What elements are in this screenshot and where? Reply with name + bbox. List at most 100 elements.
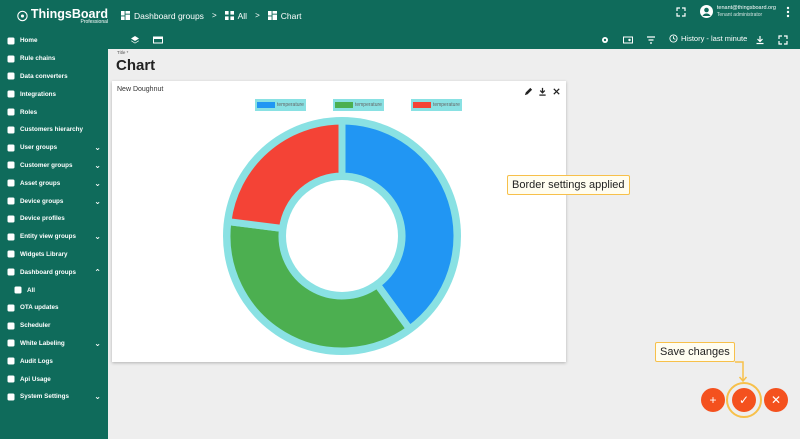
user-name: tenant@thingsboard.org [716, 5, 776, 11]
sidebar-item-label: Scheduler [20, 322, 51, 330]
breadcrumb-separator: > [211, 11, 217, 20]
sidebar-item-label: Entity view groups [20, 233, 76, 241]
cancel-button[interactable]: ✕ [764, 388, 788, 412]
dashboard-icon [267, 11, 277, 20]
settings-icon [6, 392, 15, 401]
top-bar: Dashboard groups > All > Chart tenant@th… [108, 0, 800, 31]
timewindow-label: History - last minute [681, 34, 748, 43]
sidebar-item-user-groups[interactable]: User groups ⌄ [0, 139, 108, 157]
web-icon[interactable] [153, 35, 163, 45]
dashboard-icon [6, 268, 15, 277]
sidebar-item-label: System Settings [20, 393, 69, 401]
user-role: Tenant administrator [716, 12, 763, 18]
fullscreen-icon[interactable] [778, 35, 788, 45]
audit-icon [6, 357, 15, 366]
chevron-down-icon: ⌄ [94, 160, 101, 170]
sidebar-item-customer-groups[interactable]: Customer groups ⌄ [0, 157, 108, 175]
clock-icon [6, 321, 15, 330]
breadcrumb-dashboard-groups[interactable]: Dashboard groups [121, 11, 204, 21]
account-circle-icon [702, 7, 711, 16]
sidebar-item-asset-groups[interactable]: Asset groups ⌄ [0, 174, 108, 192]
filter-icon[interactable] [646, 35, 656, 45]
sidebar-item-device-profiles[interactable]: Device profiles [0, 210, 108, 228]
chevron-down-icon: ⌄ [94, 196, 101, 206]
save-button[interactable]: ✓ [732, 388, 756, 412]
sidebar-item-label: Asset groups [20, 179, 61, 187]
breadcrumb: Dashboard groups > All > Chart [121, 11, 302, 21]
code-icon [6, 54, 15, 63]
sidebar-item-label: Audit Logs [20, 357, 53, 365]
settings-icon[interactable] [600, 35, 610, 45]
people-icon [6, 161, 15, 170]
sidebar-item-label: OTA updates [20, 304, 59, 312]
sidebar-item-label: Widgets Library [20, 250, 68, 258]
chevron-down-icon: ⌄ [94, 338, 101, 348]
timewindow-button[interactable]: History - last minute [669, 34, 747, 43]
sidebar-item-system-settings[interactable]: System Settings ⌄ [0, 388, 108, 406]
dashboard-title-input[interactable]: Chart [116, 57, 155, 74]
sidebar-item-label: White Labeling [20, 339, 65, 347]
chevron-down-icon: ⌄ [94, 392, 101, 402]
doughnut-chart [223, 117, 461, 355]
fullscreen-icon[interactable] [676, 6, 686, 17]
download-icon[interactable] [755, 35, 765, 45]
chart-icon [6, 375, 15, 384]
breadcrumb-label: Chart [280, 10, 302, 21]
breadcrumb-separator: > [255, 11, 260, 20]
sidebar-item-data-converters[interactable]: Data converters [0, 68, 108, 86]
sidebar-item-entity-view-groups[interactable]: Entity view groups ⌄ [0, 228, 108, 246]
sidebar-item-ota-updates[interactable]: OTA updates [0, 299, 108, 317]
history-icon [669, 34, 678, 43]
entity-aliases-icon[interactable] [623, 35, 633, 45]
more-vert-icon[interactable] [784, 6, 792, 18]
chevron-up-icon: ⌃ [94, 267, 101, 277]
view-icon [6, 232, 15, 241]
sidebar-item-label: Integrations [20, 90, 57, 98]
breadcrumb-all[interactable]: All [224, 10, 248, 21]
sidebar-item-home[interactable]: Home [0, 32, 108, 50]
sidebar-item-label: Device profiles [20, 215, 65, 223]
doughnut-widget[interactable]: New Doughnut temperature temperature tempe… [112, 81, 566, 362]
input-icon [6, 90, 15, 99]
sidebar-item-api-usage[interactable]: Api Usage [0, 370, 108, 388]
shield-icon [6, 108, 15, 117]
add-widget-button[interactable]: + [701, 388, 725, 412]
layers-icon[interactable] [130, 35, 140, 45]
sidebar-item-all[interactable]: All [0, 281, 108, 299]
grid-icon [224, 11, 234, 20]
devices-icon [6, 197, 15, 206]
sidebar-item-audit-logs[interactable]: Audit Logs [0, 352, 108, 370]
format-paint-icon [6, 339, 15, 348]
sidebar-item-scheduler[interactable]: Scheduler [0, 317, 108, 335]
transform-icon [6, 72, 15, 81]
breadcrumb-label: All [237, 10, 248, 21]
sidebar-item-integrations[interactable]: Integrations [0, 85, 108, 103]
sidebar-item-label: Device groups [20, 197, 64, 205]
sidebar-item-rule-chains[interactable]: Rule chains [0, 50, 108, 68]
sidebar-item-device-groups[interactable]: Device groups ⌄ [0, 192, 108, 210]
home-icon [6, 36, 15, 45]
sidebar-item-label: Customers hierarchy [20, 126, 83, 134]
sidebar-item-label: Api Usage [20, 375, 51, 383]
logo[interactable]: ThingsBoard Professional [0, 0, 108, 32]
avatar [699, 5, 713, 18]
chevron-down-icon: ⌄ [94, 232, 101, 242]
sidebar-item-roles[interactable]: Roles [0, 103, 108, 121]
top-bar-actions: tenant@thingsboard.org Tenant administra… [676, 5, 792, 18]
sidebar-item-widgets-library[interactable]: Widgets Library [0, 246, 108, 264]
dashboard-toolbar: History - last minute [108, 31, 800, 49]
sidebar-item-white-labeling[interactable]: White Labeling ⌄ [0, 335, 108, 353]
breadcrumb-chart[interactable]: Chart [267, 10, 302, 21]
user-menu[interactable]: tenant@thingsboard.org Tenant administra… [699, 5, 776, 18]
dashboard-icon [121, 11, 130, 20]
sidebar-item-label: Roles [20, 108, 38, 116]
sidebar-item-customers-hierarchy[interactable]: Customers hierarchy [0, 121, 108, 139]
logo-text: ThingsBoard [30, 6, 108, 21]
sidebar-item-label: Data converters [20, 72, 68, 80]
chevron-down-icon: ⌄ [94, 143, 101, 153]
sidebar-item-label: Dashboard groups [20, 268, 76, 276]
doughnut-hole [286, 180, 398, 292]
sidebar-item-dashboard-groups[interactable]: Dashboard groups ⌃ [0, 263, 108, 281]
sidebar-item-label: Home [20, 37, 38, 45]
chevron-down-icon: ⌄ [94, 178, 101, 188]
